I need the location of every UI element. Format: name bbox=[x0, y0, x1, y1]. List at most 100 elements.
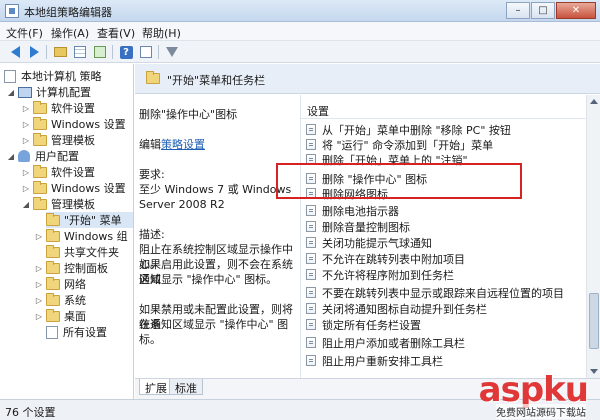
list-item[interactable]: 关闭将通知图标自动提升到任务栏 bbox=[301, 301, 587, 316]
toolbar-separator bbox=[46, 45, 47, 59]
tree-item-desktop[interactable]: ▷ 桌面 bbox=[34, 308, 86, 324]
expand-icon[interactable]: ▷ bbox=[21, 120, 31, 129]
tree-item-local-policy[interactable]: 本地计算机 策略 bbox=[4, 68, 102, 84]
tree-item-system[interactable]: ▷ 系统 bbox=[34, 292, 86, 308]
description-label: 描述: bbox=[139, 228, 165, 241]
tree-item-user-windows-settings[interactable]: ▷ Windows 设置 bbox=[21, 180, 126, 196]
tree-item-user-software-settings[interactable]: ▷ 软件设置 bbox=[21, 164, 95, 180]
tree-item-control-panel[interactable]: ▷ 控制面板 bbox=[34, 260, 108, 276]
expand-icon[interactable]: ▷ bbox=[34, 296, 44, 305]
show-hide-tree-icon[interactable] bbox=[72, 44, 88, 60]
tab-extended[interactable]: 扩展 bbox=[139, 379, 173, 395]
tree-item-label: 本地计算机 策略 bbox=[21, 70, 102, 83]
tree-item-network[interactable]: ▷ 网络 bbox=[34, 276, 86, 292]
close-button[interactable]: ✕ bbox=[556, 2, 596, 19]
menu-view[interactable]: 查看(V) bbox=[97, 25, 135, 41]
menu-file[interactable]: 文件(F) bbox=[6, 25, 43, 41]
menu-help[interactable]: 帮助(H) bbox=[142, 25, 181, 41]
setting-label: 阻止用户添加或者删除工具栏 bbox=[322, 336, 465, 350]
watermark: aspku 免费网站源码下载站 bbox=[436, 370, 596, 419]
toolbar: ? bbox=[0, 41, 600, 63]
setting-icon bbox=[306, 221, 316, 232]
settings-column-header[interactable]: 设置 bbox=[301, 95, 587, 119]
edit-policy-link[interactable]: 策略设置 bbox=[161, 138, 205, 151]
expand-icon[interactable]: ▷ bbox=[34, 264, 44, 273]
list-item[interactable]: 不允许在跳转列表中附加项目 bbox=[301, 251, 587, 266]
tree-item-all-settings[interactable]: 所有设置 bbox=[46, 324, 107, 340]
list-item[interactable]: 关闭功能提示气球通知 bbox=[301, 235, 587, 250]
expand-icon[interactable]: ▷ bbox=[21, 168, 31, 177]
list-item[interactable]: 删除电池指示器 bbox=[301, 203, 587, 218]
tree-item-user-admin-templates[interactable]: ◢ 管理模板 bbox=[21, 196, 95, 212]
requirements-line: Server 2008 R2 bbox=[139, 198, 225, 211]
computer-policy-icon bbox=[4, 69, 16, 83]
list-item[interactable]: 不允许将程序附加到任务栏 bbox=[301, 267, 587, 282]
expand-icon[interactable]: ▷ bbox=[34, 312, 44, 321]
tree-item-label: 共享文件夹 bbox=[64, 246, 119, 259]
tree-item-windows-components[interactable]: ▷ Windows 组 bbox=[34, 228, 128, 244]
list-item[interactable]: 将 "运行" 命令添加到「开始」菜单 bbox=[301, 137, 587, 152]
tree-item-label: 计算机配置 bbox=[36, 86, 91, 99]
tree-item-start-menu[interactable]: "开始" 菜单 bbox=[46, 212, 133, 228]
tree-item-software-settings[interactable]: ▷ 软件设置 bbox=[21, 100, 95, 116]
up-folder-icon[interactable] bbox=[52, 44, 68, 60]
setting-icon bbox=[306, 355, 316, 366]
policy-editor-icon bbox=[5, 4, 19, 18]
setting-label: 不要在跳转列表中显示或跟踪来自远程位置的项目 bbox=[322, 286, 564, 300]
maximize-button[interactable]: □ bbox=[531, 2, 555, 19]
setting-icon bbox=[306, 139, 316, 150]
list-item[interactable]: 删除音量控制图标 bbox=[301, 219, 587, 234]
settings-count: 76 个设置 bbox=[5, 406, 56, 419]
list-item[interactable]: 不要在跳转列表中显示或跟踪来自远程位置的项目 bbox=[301, 285, 587, 300]
setting-icon bbox=[306, 205, 316, 216]
folder-icon bbox=[46, 212, 60, 226]
collapse-icon[interactable]: ◢ bbox=[21, 200, 31, 209]
list-item[interactable]: 从「开始」菜单中删除 "移除 PC" 按钮 bbox=[301, 122, 587, 137]
help-icon[interactable]: ? bbox=[118, 44, 134, 60]
forward-icon[interactable] bbox=[26, 44, 42, 60]
tree-item-label: Windows 组 bbox=[64, 230, 128, 243]
tree-item-label: 网络 bbox=[64, 278, 86, 291]
list-item[interactable]: 阻止用户添加或者删除工具栏 bbox=[301, 335, 587, 350]
tree-item-admin-templates[interactable]: ▷ 管理模板 bbox=[21, 132, 95, 148]
setting-icon bbox=[306, 337, 316, 348]
export-list-icon[interactable] bbox=[92, 44, 108, 60]
scroll-up-icon[interactable] bbox=[590, 99, 598, 104]
list-item[interactable]: 锁定所有任务栏设置 bbox=[301, 317, 587, 332]
menu-action[interactable]: 操作(A) bbox=[51, 25, 89, 41]
tree-item-windows-settings[interactable]: ▷ Windows 设置 bbox=[21, 116, 126, 132]
minimize-button[interactable]: – bbox=[506, 2, 530, 19]
tree-item-shared-folders[interactable]: 共享文件夹 bbox=[46, 244, 119, 260]
collapse-icon[interactable]: ◢ bbox=[6, 88, 16, 97]
setting-label: 阻止用户重新安排工具栏 bbox=[322, 354, 443, 368]
properties-icon[interactable] bbox=[138, 44, 154, 60]
setting-label: 将 "运行" 命令添加到「开始」菜单 bbox=[322, 138, 494, 152]
expand-icon[interactable]: ▷ bbox=[34, 232, 44, 241]
tab-standard[interactable]: 标准 bbox=[169, 379, 203, 395]
filter-icon[interactable] bbox=[164, 44, 180, 60]
expand-icon[interactable]: ▷ bbox=[21, 184, 31, 193]
toolbar-separator bbox=[158, 45, 159, 59]
all-settings-icon bbox=[46, 325, 58, 339]
tree-item-user-config[interactable]: ◢ 用户配置 bbox=[6, 148, 79, 164]
scroll-thumb[interactable] bbox=[589, 293, 599, 349]
tree-item-label: Windows 设置 bbox=[51, 118, 126, 131]
setting-label: 删除电池指示器 bbox=[322, 204, 399, 218]
highlight-box bbox=[276, 163, 522, 199]
list-item[interactable]: 阻止用户重新安排工具栏 bbox=[301, 353, 587, 368]
folder-icon bbox=[33, 196, 47, 210]
collapse-icon[interactable]: ◢ bbox=[6, 152, 16, 161]
expand-icon[interactable]: ▷ bbox=[34, 280, 44, 289]
setting-icon bbox=[306, 253, 316, 264]
vertical-scrollbar[interactable] bbox=[586, 95, 600, 378]
computer-icon bbox=[18, 86, 32, 98]
back-icon[interactable] bbox=[7, 44, 23, 60]
window-title: 本地组策略编辑器 bbox=[24, 6, 112, 19]
tree-item-computer-config[interactable]: ◢ 计算机配置 bbox=[6, 84, 91, 100]
user-icon bbox=[18, 150, 30, 162]
tree-item-label: 管理模板 bbox=[51, 134, 95, 147]
expand-icon[interactable]: ▷ bbox=[21, 136, 31, 145]
expand-icon[interactable]: ▷ bbox=[21, 104, 31, 113]
setting-label: 删除音量控制图标 bbox=[322, 220, 410, 234]
description-line: 区域显示 "操作中心" 图标。 bbox=[139, 273, 278, 286]
